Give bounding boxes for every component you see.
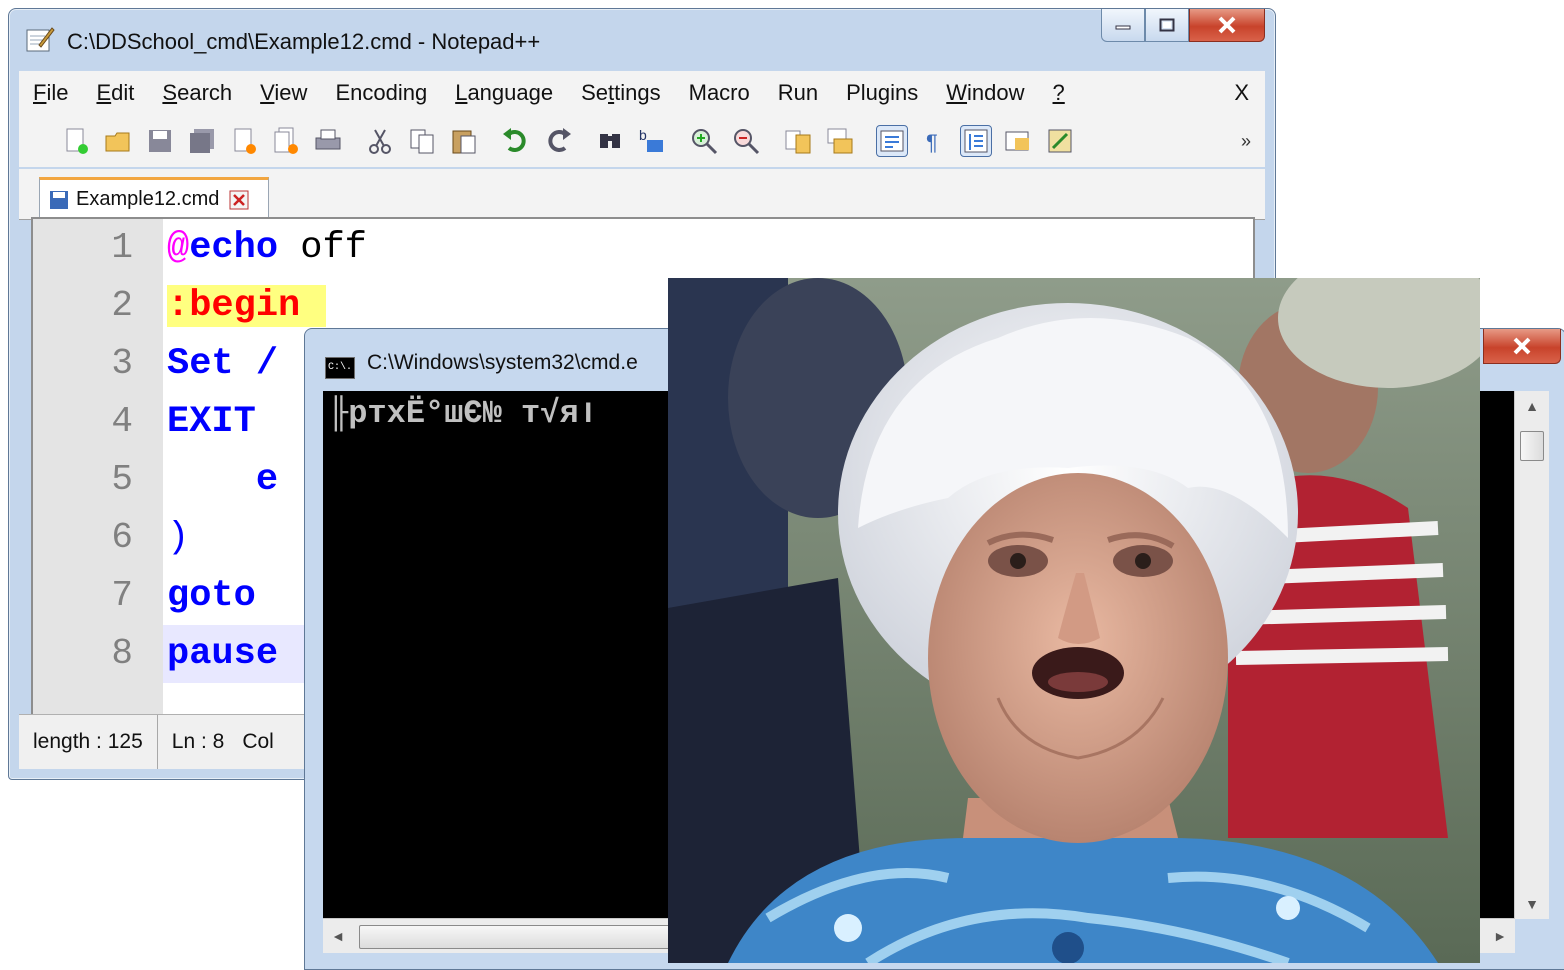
save-icon[interactable] [145, 126, 175, 156]
paste-icon[interactable] [449, 126, 479, 156]
close-all-icon[interactable] [271, 126, 301, 156]
menu-item[interactable]: View [246, 80, 321, 106]
close-icon [1218, 16, 1236, 34]
close-document-button[interactable]: X [1220, 80, 1265, 106]
code-text: EXIT [167, 401, 256, 443]
function-list-icon[interactable] [1045, 126, 1075, 156]
svg-text:¶: ¶ [926, 130, 938, 155]
line-number: 1 [111, 227, 133, 268]
sync-horizontal-icon[interactable] [825, 126, 855, 156]
menu-item[interactable]: ? [1039, 80, 1079, 106]
toolbar-overflow-icon[interactable]: » [1241, 131, 1251, 152]
menu-item[interactable]: File [19, 80, 82, 106]
find-icon[interactable] [595, 126, 625, 156]
line-number: 7 [111, 575, 133, 616]
code-text: @echo off [167, 227, 367, 269]
toolbar: b ¶ » [19, 115, 1265, 167]
window-title: C:\DDSchool_cmd\Example12.cmd - Notepad+… [67, 29, 541, 54]
line-number: 2 [111, 285, 133, 326]
scroll-down-icon[interactable]: ▼ [1515, 889, 1549, 919]
cmd-app-icon: C:\. [325, 357, 355, 379]
scroll-up-icon[interactable]: ▲ [1515, 391, 1549, 421]
status-length: length : 125 [19, 715, 158, 769]
cmd-close-button[interactable] [1483, 329, 1561, 364]
caption-buttons [1101, 9, 1265, 43]
cmd-window-title: C:\Windows\system32\cmd.e [367, 351, 638, 374]
menu-bar: File Edit Search View Encoding Language Settin… [19, 71, 1265, 115]
reaction-photo [668, 278, 1480, 963]
maximize-button[interactable] [1145, 9, 1189, 42]
code-text: e [167, 459, 279, 501]
notepadpp-app-icon [26, 27, 55, 52]
tab-example12[interactable]: Example12.cmd [39, 177, 269, 219]
indent-guide-icon[interactable] [960, 125, 992, 157]
code-text: goto [167, 575, 256, 617]
menu-item[interactable]: Language [441, 80, 567, 106]
tab-saved-icon [50, 190, 68, 209]
line-number: 3 [111, 343, 133, 384]
maximize-icon [1159, 18, 1175, 32]
notepadpp-titlebar[interactable]: C:\DDSchool_cmd\Example12.cmd - Notepad+… [9, 9, 1275, 67]
cut-icon[interactable] [365, 126, 395, 156]
redo-icon[interactable] [543, 126, 573, 156]
minimize-icon [1115, 25, 1131, 30]
menu-item[interactable]: Search [148, 80, 246, 106]
close-button[interactable] [1189, 9, 1265, 42]
copy-icon[interactable] [407, 126, 437, 156]
sync-vertical-icon[interactable] [783, 126, 813, 156]
menu-item[interactable]: Macro [675, 80, 764, 106]
zoom-out-icon[interactable] [731, 126, 761, 156]
status-column: Col [242, 730, 274, 753]
line-number: 8 [111, 633, 133, 674]
status-line: Ln : 8 [171, 730, 225, 753]
vertical-scrollbar[interactable]: ▲ ▼ [1514, 391, 1549, 919]
menu-item[interactable]: Window [932, 80, 1038, 106]
scroll-right-icon[interactable]: ► [1485, 919, 1515, 953]
line-number: 5 [111, 459, 133, 500]
code-text: pause [167, 633, 279, 675]
doc-map-icon[interactable] [1003, 126, 1033, 156]
line-number: 6 [111, 517, 133, 558]
word-wrap-icon[interactable] [876, 125, 908, 157]
undo-icon[interactable] [501, 126, 531, 156]
save-all-icon[interactable] [187, 126, 217, 156]
menu-item[interactable]: Encoding [321, 80, 441, 106]
code-text: Set / [167, 343, 279, 385]
scroll-thumb[interactable] [1520, 431, 1544, 461]
code-text: ) [167, 517, 190, 559]
scroll-thumb-horizontal[interactable] [359, 925, 691, 949]
menu-item[interactable]: Settings [567, 80, 675, 106]
tab-close-icon[interactable] [229, 190, 249, 210]
show-all-chars-icon[interactable]: ¶ [919, 126, 949, 156]
menu-item[interactable]: Edit [82, 80, 148, 106]
line-number: 4 [111, 401, 133, 442]
code-text: :begin [167, 285, 327, 327]
menu-item[interactable]: Plugins [832, 80, 932, 106]
zoom-in-icon[interactable] [689, 126, 719, 156]
new-file-icon[interactable] [61, 126, 91, 156]
close-icon [1513, 337, 1531, 355]
console-output-text: ╟ртхЁ°шЄ№ т√яו [329, 395, 598, 432]
minimize-button[interactable] [1101, 9, 1145, 42]
svg-text:b: b [639, 127, 647, 143]
tab-label: Example12.cmd [76, 188, 220, 210]
menu-item[interactable]: Run [764, 80, 832, 106]
code-line: 1 @echo off [33, 219, 1253, 277]
tab-strip: Example12.cmd [19, 169, 1265, 220]
scroll-left-icon[interactable]: ◄ [323, 919, 353, 953]
print-icon[interactable] [313, 126, 343, 156]
open-file-icon[interactable] [103, 126, 133, 156]
reaction-photo-illustration [668, 278, 1480, 963]
replace-icon[interactable]: b [637, 126, 667, 156]
close-file-icon[interactable] [229, 126, 259, 156]
